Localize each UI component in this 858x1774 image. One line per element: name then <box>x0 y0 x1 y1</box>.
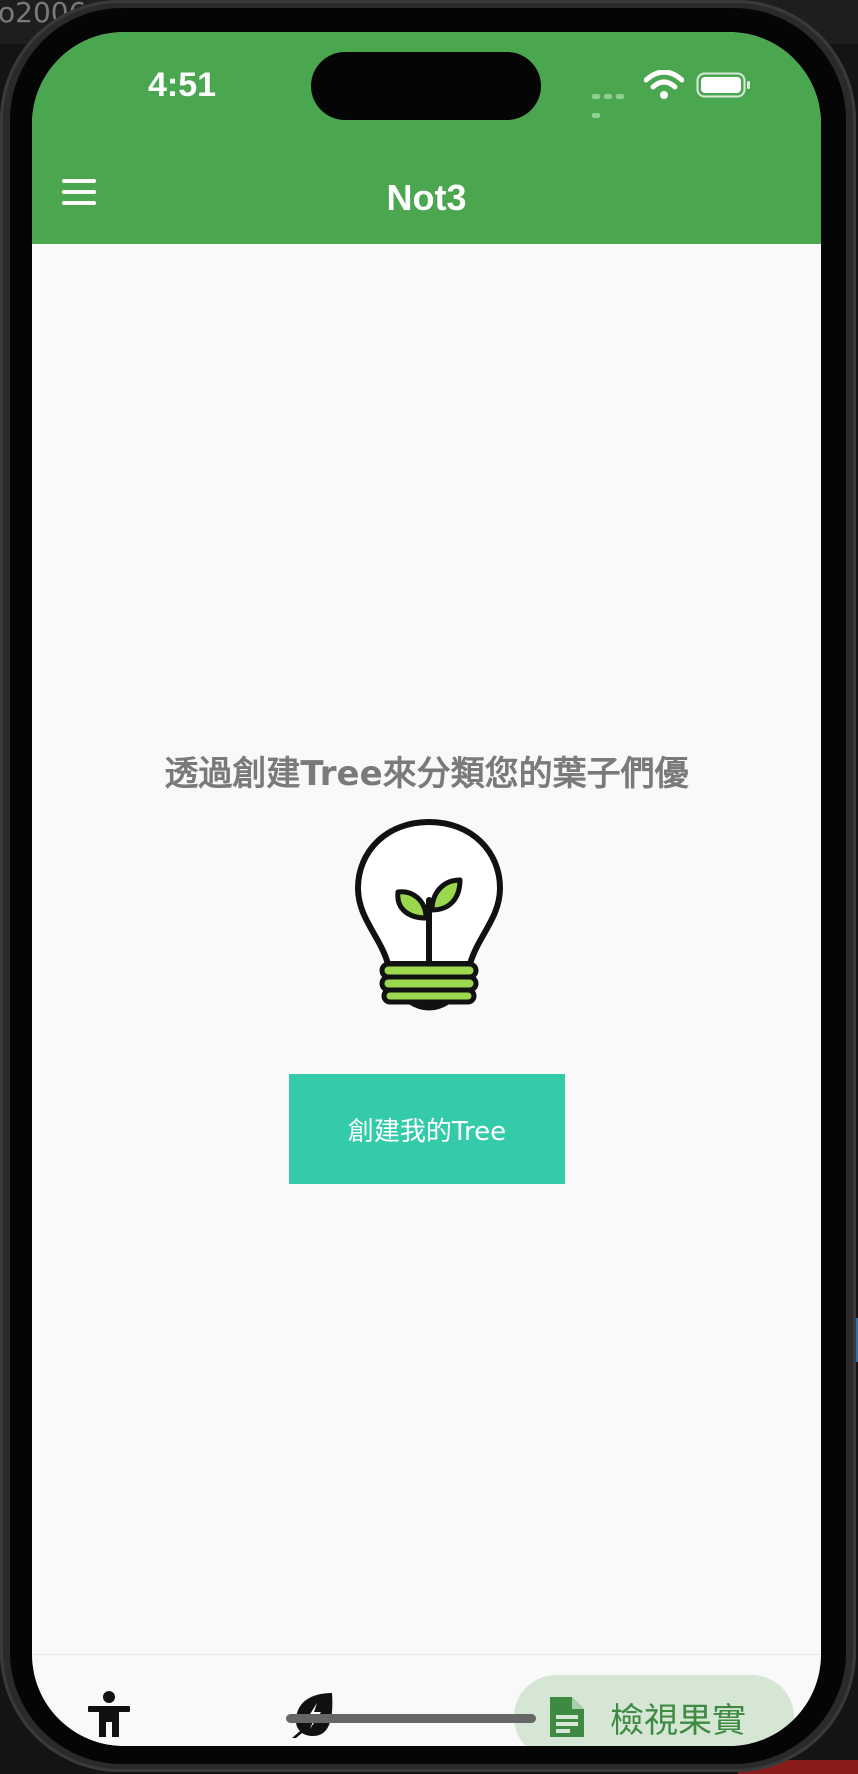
lightbulb-sprout-icon <box>355 819 503 1011</box>
battery-icon <box>696 72 750 98</box>
hamburger-menu-icon <box>62 179 96 183</box>
main-content: 透過創建Tree來分類您的葉子們優 創建我的Tree <box>32 244 821 1654</box>
view-fruits-label: 檢視果實 <box>610 1700 746 1741</box>
app-title: Not3 <box>386 177 467 218</box>
accessibility-person-icon[interactable] <box>84 1689 134 1739</box>
wifi-icon <box>644 70 684 99</box>
view-fruits-button[interactable]: 檢視果實 <box>514 1675 794 1746</box>
dynamic-island <box>311 52 541 120</box>
cellular-signal-icon <box>592 84 636 118</box>
menu-button[interactable] <box>58 170 102 214</box>
app-bar: Not3 <box>32 152 821 244</box>
status-time: 4:51 <box>148 66 217 104</box>
create-tree-button[interactable]: 創建我的Tree <box>289 1074 565 1184</box>
phone-screen: 4:51 Not3 透過創建Tree來分類您的葉子們優 創建我的Tree 檢視果… <box>32 32 821 1746</box>
bottom-navigation-bar: 檢視果實 <box>32 1654 821 1746</box>
home-indicator[interactable] <box>286 1714 536 1723</box>
empty-state-message: 透過創建Tree來分類您的葉子們優 <box>164 754 689 794</box>
status-bar: 4:51 <box>32 32 821 152</box>
document-icon <box>550 1697 584 1737</box>
